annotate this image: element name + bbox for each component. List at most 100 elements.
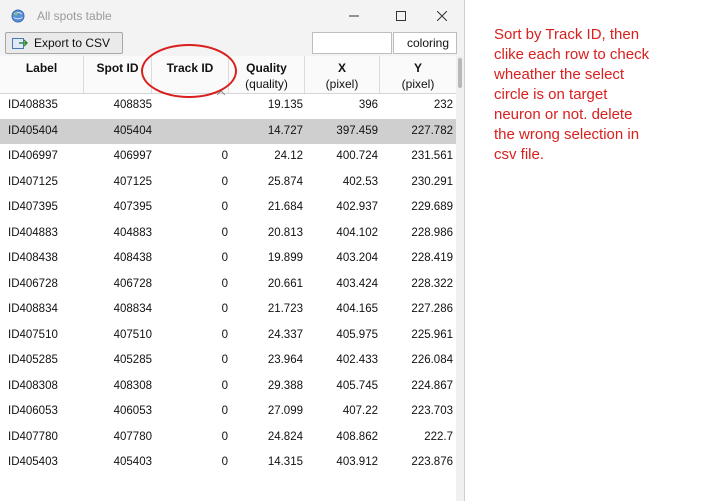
- cell-label: ID406728: [8, 277, 58, 290]
- table-row[interactable]: ID408834 408834 0 21.723 404.165 227.286: [0, 297, 456, 322]
- annotation-line: csv file.: [494, 146, 545, 163]
- table-row[interactable]: ID408438 408438 0 19.899 403.204 228.419: [0, 246, 456, 271]
- table-row[interactable]: ID407395 407395 0 21.684 402.937 229.689: [0, 195, 456, 220]
- cell-label: ID407395: [8, 201, 58, 213]
- filter-input[interactable]: [312, 32, 392, 54]
- column-header-x[interactable]: X (pixel): [305, 56, 380, 93]
- cell-spot-id: 408834: [113, 303, 152, 315]
- cell-spot-id: 406053: [113, 405, 152, 417]
- cell-spot-id: 406997: [113, 150, 152, 162]
- cell-spot-id: 407780: [113, 430, 152, 443]
- table-row[interactable]: ID406728 406728 0 20.661 403.424 228.322: [0, 272, 456, 297]
- title-bar: All spots table: [0, 0, 464, 32]
- cell-spot-id: 408835: [113, 99, 152, 111]
- close-icon: [437, 11, 447, 21]
- cell-x: 403.912: [336, 456, 378, 468]
- vertical-scrollbar[interactable]: [456, 56, 464, 501]
- table-row[interactable]: ID407780 407780 0 24.824 408.862 222.7: [0, 425, 456, 450]
- cell-y: 227.782: [411, 124, 453, 137]
- toolbar: Export to CSV coloring: [0, 32, 464, 56]
- close-button[interactable]: [420, 0, 464, 32]
- cell-x: 402.937: [336, 201, 378, 213]
- cell-track-id: 0: [221, 303, 228, 315]
- column-header-quality[interactable]: Quality (quality): [229, 56, 305, 93]
- cell-spot-id: 404883: [113, 226, 152, 239]
- cell-quality: 19.899: [267, 252, 303, 264]
- column-header-y[interactable]: Y (pixel): [380, 56, 456, 93]
- cell-x: 400.724: [336, 150, 378, 162]
- scrollbar-thumb[interactable]: [458, 58, 462, 88]
- cell-label: ID406997: [8, 150, 58, 162]
- table-row[interactable]: ID406997 406997 0 24.12 400.724 231.561: [0, 144, 456, 169]
- table-header: Label Spot ID Track ID Quality (quality)…: [0, 56, 456, 96]
- table-row[interactable]: ID408308 408308 0 29.388 405.745 224.867: [0, 374, 456, 399]
- cell-spot-id: 407395: [113, 201, 152, 213]
- table-row[interactable]: ID406053 406053 0 27.099 407.22 223.703: [0, 399, 456, 424]
- cell-y: 232: [433, 99, 453, 111]
- cell-label: ID408835: [8, 99, 58, 111]
- table-row[interactable]: ID405403 405403 0 14.315 403.912 223.876: [0, 450, 456, 475]
- table-row[interactable]: ID404883 404883 0 20.813 404.102 228.986: [0, 221, 456, 246]
- cell-quality: 25.874: [267, 175, 303, 188]
- annotation-line: the wrong selection in: [494, 126, 640, 143]
- cell-x: 403.204: [336, 252, 378, 264]
- cell-label: ID407780: [8, 430, 58, 443]
- cell-y: 228.419: [411, 252, 453, 264]
- cell-x: 397.459: [336, 124, 378, 137]
- cell-y: 223.703: [411, 405, 453, 417]
- cell-track-id: 0: [221, 252, 228, 264]
- cell-label: ID405285: [8, 354, 58, 366]
- cell-spot-id: 408438: [113, 252, 152, 264]
- cell-y: 227.286: [411, 303, 453, 315]
- cell-track-id: 0: [221, 277, 228, 290]
- cell-y: 225.961: [411, 328, 453, 341]
- table-row[interactable]: ID407125 407125 0 25.874 402.53 230.291: [0, 170, 456, 195]
- cell-track-id: 0: [221, 328, 228, 341]
- table-row[interactable]: ID405404 405404 14.727 397.459 227.782: [0, 118, 456, 144]
- column-header-label[interactable]: Label: [0, 56, 84, 93]
- cell-track-id: 0: [221, 456, 228, 468]
- cell-spot-id: 405404: [113, 124, 152, 137]
- cell-y: 228.986: [411, 226, 453, 239]
- coloring-label: coloring: [407, 36, 450, 50]
- spots-table: Label Spot ID Track ID Quality (quality)…: [0, 56, 456, 501]
- cell-label: ID407510: [8, 328, 58, 341]
- export-csv-icon: [12, 36, 29, 50]
- coloring-select[interactable]: coloring: [393, 32, 457, 54]
- cell-track-id: 0: [221, 226, 228, 239]
- cell-quality: 14.315: [267, 456, 303, 468]
- table-row[interactable]: ID408835 408835 19.135 396 232: [0, 93, 456, 118]
- cell-spot-id: 407510: [113, 328, 152, 341]
- cell-track-id: 0: [221, 354, 228, 366]
- window-title: All spots table: [37, 9, 112, 23]
- cell-y: 223.876: [411, 456, 453, 468]
- table-row[interactable]: ID405285 405285 0 23.964 402.433 226.084: [0, 348, 456, 373]
- cell-quality: 21.723: [267, 303, 303, 315]
- cell-track-id: 0: [221, 405, 228, 417]
- cell-y: 230.291: [411, 175, 453, 188]
- cell-label: ID408438: [8, 252, 58, 264]
- cell-spot-id: 408308: [113, 379, 152, 392]
- cell-y: 228.322: [411, 277, 453, 290]
- annotation-note: Sort by Track ID, then clike each row to …: [494, 25, 704, 165]
- cell-quality: 24.12: [274, 150, 303, 162]
- cell-x: 403.424: [336, 277, 378, 290]
- annotation-line: clike each row to check: [494, 46, 650, 63]
- cell-spot-id: 406728: [113, 277, 152, 290]
- table-row[interactable]: ID407510 407510 0 24.337 405.975 225.961: [0, 323, 456, 348]
- column-header-spot-id[interactable]: Spot ID: [84, 56, 152, 93]
- export-csv-button[interactable]: Export to CSV: [5, 32, 123, 54]
- cell-label: ID407125: [8, 175, 58, 188]
- cell-quality: 23.964: [267, 354, 303, 366]
- app-globe-icon: [11, 9, 25, 23]
- cell-track-id: 0: [221, 201, 228, 213]
- minimize-button[interactable]: [332, 0, 376, 32]
- cell-y: 229.689: [411, 201, 453, 213]
- cell-label: ID408308: [8, 379, 58, 392]
- cell-x: 396: [358, 99, 378, 111]
- cell-y: 222.7: [424, 430, 453, 443]
- maximize-button[interactable]: [379, 0, 423, 32]
- annotation-line: circle is on target: [494, 86, 608, 103]
- spots-table-window: All spots table Export to CSV coloring L…: [0, 0, 465, 501]
- cell-quality: 20.661: [267, 277, 303, 290]
